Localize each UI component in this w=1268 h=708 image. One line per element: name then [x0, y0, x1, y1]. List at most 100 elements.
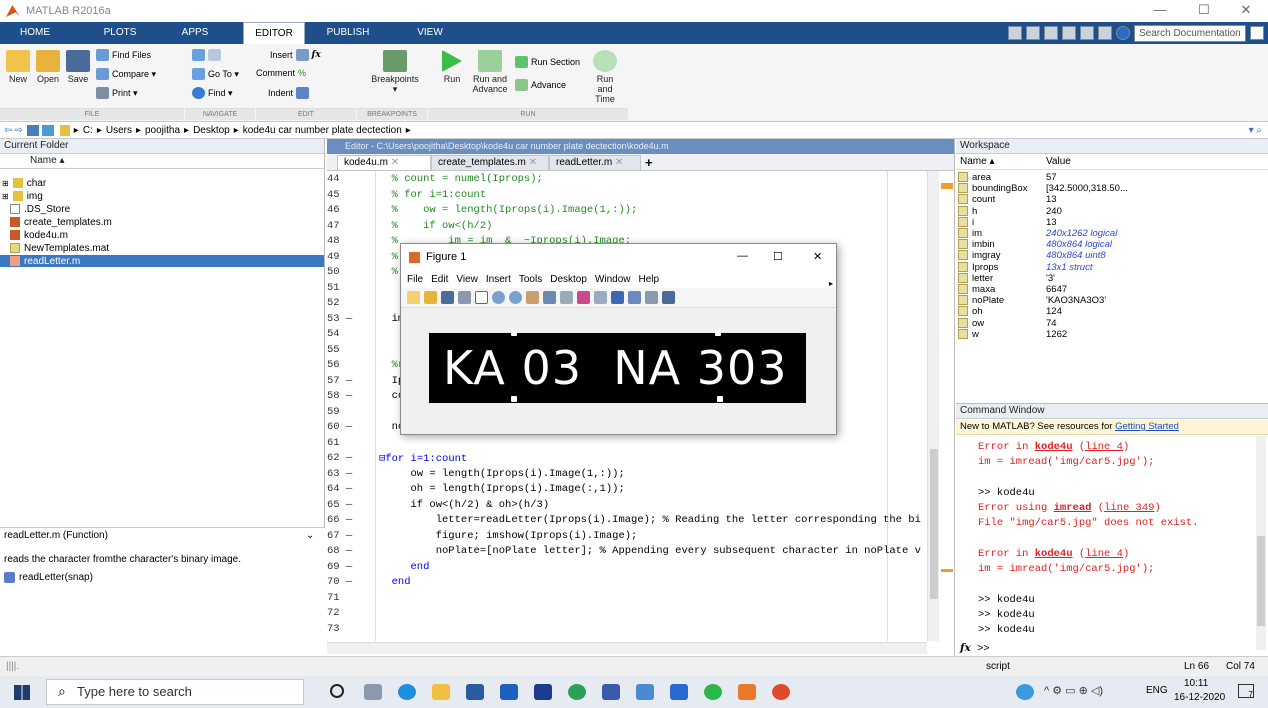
run-section-button[interactable]: Run Section — [515, 56, 580, 68]
colorbar-icon[interactable] — [611, 291, 624, 304]
chrome-icon[interactable] — [568, 684, 586, 700]
getting-started-link[interactable]: Getting Started — [1115, 421, 1179, 432]
name-column-header[interactable]: Name ▴ — [0, 154, 324, 169]
link-icon[interactable] — [594, 291, 607, 304]
line-number[interactable]: 57 — — [327, 375, 367, 387]
app-icon[interactable] — [636, 684, 654, 700]
list-item[interactable]: create_templates.m — [10, 216, 112, 228]
store-icon[interactable] — [466, 684, 484, 700]
workspace-row[interactable]: h 240 — [958, 205, 1258, 217]
copy-quick-icon[interactable] — [1044, 26, 1058, 40]
legend-icon[interactable] — [628, 291, 641, 304]
tray-icons[interactable]: ^ ⚙ ▭ ⊕ ◁) — [1044, 684, 1103, 697]
line-number[interactable]: 48 — [327, 235, 367, 247]
matlab-taskbar-icon[interactable] — [738, 684, 756, 700]
print-button[interactable]: Print ▾ — [96, 87, 138, 99]
paste-quick-icon[interactable] — [1062, 26, 1076, 40]
scroll-thumb[interactable] — [1257, 536, 1265, 626]
line-number[interactable]: 59 — [327, 406, 367, 418]
print-icon[interactable] — [458, 291, 471, 304]
open-icon[interactable] — [424, 291, 437, 304]
pointer-icon[interactable] — [475, 291, 488, 304]
tab-apps[interactable]: APPS — [170, 22, 220, 44]
line-number[interactable]: 44 — [327, 173, 367, 185]
tab-create-templates[interactable]: create_templates.m ✕ — [431, 155, 549, 170]
find-button[interactable]: Find ▾ — [192, 87, 233, 99]
search-documentation-input[interactable]: Search Documentation — [1134, 24, 1246, 42]
new-figure-icon[interactable] — [407, 291, 420, 304]
workspace-row[interactable]: i 13 — [958, 216, 1258, 228]
notifications-icon[interactable]: 7 — [1238, 684, 1254, 699]
close-tab-icon[interactable]: ✕ — [615, 157, 623, 168]
figure-menu-desktop[interactable]: Desktop — [550, 274, 587, 285]
workspace-row[interactable]: imgray 480x864 uint8 — [958, 250, 1258, 261]
tab-publish[interactable]: PUBLISH — [318, 22, 378, 44]
undo-quick-icon[interactable] — [1080, 26, 1094, 40]
line-number[interactable]: 51 — [327, 282, 367, 294]
expand-icon[interactable]: ⊞ — [2, 179, 9, 188]
line-number[interactable]: 50 — [327, 266, 367, 278]
tab-home[interactable]: HOME — [10, 22, 60, 44]
tab-kode4u[interactable]: kode4u.m ✕ — [337, 155, 431, 170]
line-number[interactable]: 52 — [327, 297, 367, 309]
line-number[interactable]: 54 — [327, 328, 367, 340]
breadcrumb-users[interactable]: Users — [106, 125, 132, 136]
workspace-row[interactable]: boundingBox [342.5000,318.50... — [958, 183, 1258, 194]
line-number[interactable]: 53 — — [327, 313, 367, 325]
figure-menu-tools[interactable]: Tools — [519, 274, 542, 285]
vertical-scrollbar[interactable] — [927, 171, 939, 641]
figure-close-button[interactable]: ✕ — [813, 250, 822, 263]
word-icon[interactable] — [670, 684, 688, 700]
save-quick-icon[interactable] — [1008, 26, 1022, 40]
run-and-time-button[interactable]: Run and Time — [588, 50, 622, 104]
forward-icon[interactable]: ⇨ — [14, 125, 22, 136]
fx-icon[interactable]: fx — [960, 642, 971, 654]
help-icon[interactable] — [1016, 684, 1034, 700]
line-number[interactable]: 63 — — [327, 468, 367, 480]
figure-menu-insert[interactable]: Insert — [486, 274, 511, 285]
tab-plots[interactable]: PLOTS — [90, 22, 150, 44]
edge-icon[interactable] — [398, 684, 416, 700]
workspace-row[interactable]: imbin 480x864 logical — [958, 239, 1258, 250]
figure-menu-view[interactable]: View — [456, 274, 478, 285]
line-number[interactable]: 71 — [327, 592, 367, 604]
name-column-header[interactable]: Name ▴ — [960, 156, 994, 167]
taskbar-search-input[interactable]: Type here to search — [46, 679, 304, 705]
workspace-row[interactable]: count 13 — [958, 194, 1258, 205]
line-number[interactable]: 47 — [327, 220, 367, 232]
save-button[interactable]: Save — [64, 50, 92, 84]
find-files-button[interactable]: Find Files — [96, 49, 151, 61]
minimize-button[interactable]: — — [1140, 2, 1180, 17]
workspace-row[interactable]: im 240x1262 logical — [958, 228, 1258, 239]
line-number[interactable]: 68 — — [327, 545, 367, 557]
line-number[interactable]: 61 — [327, 437, 367, 449]
line-number[interactable]: 69 — — [327, 561, 367, 573]
brush-icon[interactable] — [577, 291, 590, 304]
zoom-in-icon[interactable] — [492, 291, 505, 304]
browse-icon[interactable] — [41, 124, 54, 136]
breadcrumb-project[interactable]: kode4u car number plate dectection — [243, 125, 402, 136]
cut-quick-icon[interactable] — [1026, 26, 1040, 40]
show-tools-icon[interactable] — [662, 291, 675, 304]
command-scrollbar[interactable] — [1256, 436, 1266, 650]
open-button[interactable]: Open — [34, 50, 62, 84]
breadcrumb-poojitha[interactable]: poojitha — [145, 125, 180, 136]
workspace-row[interactable]: Iprops 13x1 struct — [958, 261, 1258, 273]
breadcrumb-c[interactable]: C: — [83, 125, 93, 136]
line-number[interactable]: 60 — — [327, 421, 367, 433]
figure-maximize-button[interactable]: ☐ — [773, 250, 783, 263]
close-button[interactable]: ✕ — [1226, 2, 1266, 18]
close-tab-icon[interactable]: ✕ — [529, 157, 537, 168]
compare-button[interactable]: Compare ▾ — [96, 68, 156, 80]
redo-quick-icon[interactable] — [1098, 26, 1112, 40]
task-view-icon[interactable] — [364, 684, 382, 700]
breakpoints-button[interactable]: Breakpoints ▾ — [368, 50, 422, 95]
figure-menu-help[interactable]: Help — [639, 274, 660, 285]
line-number[interactable]: 49 — [327, 251, 367, 263]
line-number[interactable]: 56 — [327, 359, 367, 371]
tab-view[interactable]: VIEW — [405, 22, 455, 44]
fx-icon[interactable]: fx — [312, 50, 321, 60]
line-number[interactable]: 46 — [327, 204, 367, 216]
code-analyzer-indicator[interactable] — [941, 183, 953, 189]
line-number[interactable]: 65 — — [327, 499, 367, 511]
